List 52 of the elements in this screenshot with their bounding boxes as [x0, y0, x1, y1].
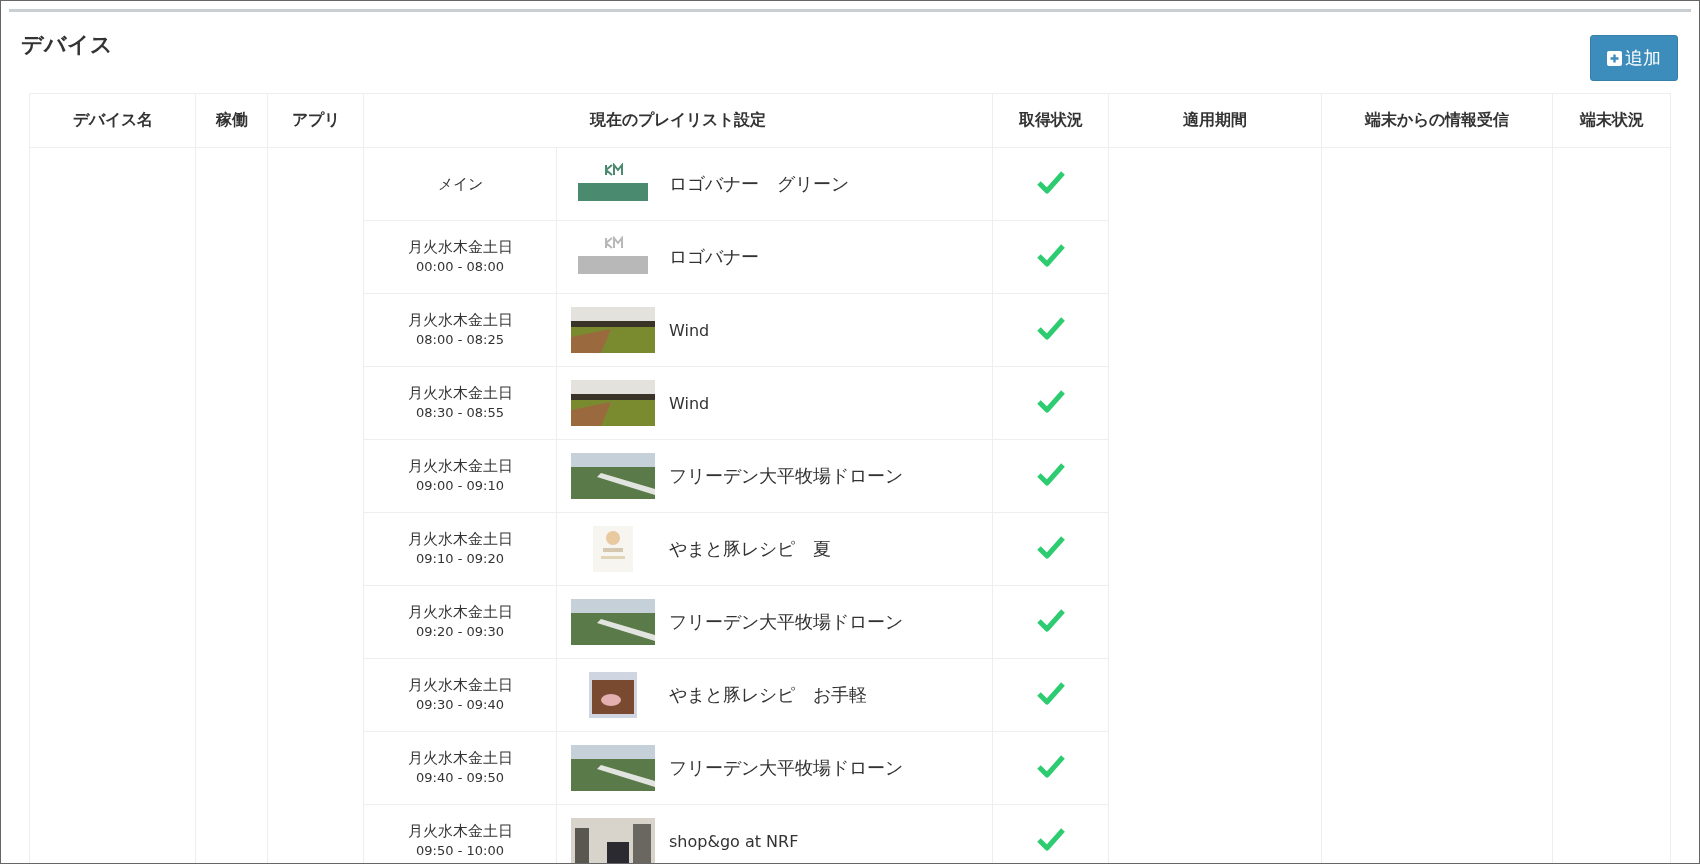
- content-name: やまと豚レシピ 夏: [669, 537, 831, 561]
- schedule-time: 09:20 - 09:30: [415, 623, 505, 642]
- column-header: アプリ: [267, 93, 364, 148]
- schedule-days: 月火水木金土日: [364, 529, 556, 551]
- schedule-days: 月火水木金土日: [364, 456, 556, 478]
- check-icon: [1036, 462, 1065, 486]
- column-header: 現在のプレイリスト設定: [363, 93, 993, 148]
- content-name: ロゴバナー グリーン: [669, 172, 849, 196]
- column-header: 稼働: [195, 93, 268, 148]
- content-name: フリーデン大平牧場ドローン: [669, 610, 903, 634]
- page-title: デバイス: [21, 31, 113, 59]
- column-header: デバイス名: [29, 93, 196, 148]
- content-name: Wind: [669, 393, 710, 413]
- content-name: Wind: [669, 320, 710, 340]
- schedule-days: 月火水木金土日: [364, 237, 556, 259]
- add-button[interactable]: 追加: [1590, 35, 1678, 81]
- check-icon: [1036, 754, 1065, 778]
- schedule-days: 月火水木金土日: [364, 383, 556, 405]
- schedule-time: 09:30 - 09:40: [415, 696, 505, 715]
- schedule-days: 月火水木金土日: [364, 821, 556, 843]
- schedule-time: 09:50 - 10:00: [415, 842, 505, 861]
- content-name: フリーデン大平牧場ドローン: [669, 756, 903, 780]
- schedule-days: 月火水木金土日: [364, 748, 556, 770]
- content-name: shop&go at NRF: [669, 831, 799, 851]
- content-name: フリーデン大平牧場ドローン: [669, 464, 903, 488]
- check-icon: [1036, 827, 1065, 851]
- schedule-days: 月火水木金土日: [364, 675, 556, 697]
- column-header: 取得状況: [992, 93, 1109, 148]
- check-icon: [1036, 389, 1065, 413]
- schedule-time: 08:30 - 08:55: [415, 404, 505, 423]
- check-icon: [1036, 608, 1065, 632]
- check-icon: [1036, 316, 1065, 340]
- column-header: 端末状況: [1552, 93, 1671, 148]
- poster-placeholder: [593, 526, 633, 572]
- check-icon: [1036, 243, 1065, 267]
- photo-placeholder: [589, 672, 637, 718]
- column-header: 端末からの情報受信: [1321, 93, 1553, 148]
- check-icon: [1036, 535, 1065, 559]
- content-name: やまと豚レシピ お手軽: [669, 683, 867, 707]
- schedule-time: 09:00 - 09:10: [415, 477, 505, 496]
- plus-square-icon: [1607, 50, 1622, 66]
- column-header: 適用期間: [1108, 93, 1322, 148]
- schedule-time: 09:10 - 09:20: [415, 550, 505, 569]
- content-name: ロゴバナー: [669, 245, 759, 269]
- schedule-time: 09:40 - 09:50: [415, 769, 505, 788]
- schedule-time: 00:00 - 08:00: [415, 258, 505, 277]
- schedule-time: 08:00 - 08:25: [415, 331, 505, 350]
- schedule-label: メイン: [436, 173, 484, 195]
- check-icon: [1036, 170, 1065, 194]
- schedule-days: 月火水木金土日: [364, 602, 556, 624]
- schedule-days: 月火水木金土日: [364, 310, 556, 332]
- check-icon: [1036, 681, 1065, 705]
